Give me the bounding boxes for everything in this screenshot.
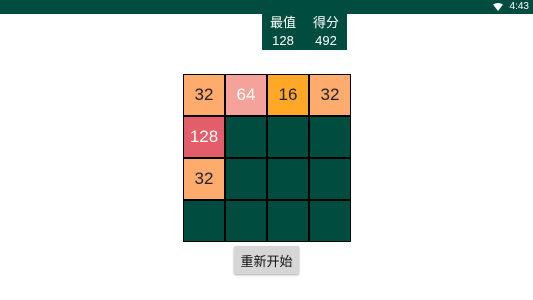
- empty-cell: [268, 159, 308, 199]
- tile-64: 64: [226, 75, 266, 115]
- score-panel: 最值 128 得分 492: [262, 14, 347, 50]
- empty-cell: [310, 201, 350, 241]
- current-score-label: 得分: [312, 16, 339, 31]
- tile-32: 32: [184, 75, 224, 115]
- empty-cell: [310, 117, 350, 157]
- best-score-value: 128: [272, 33, 294, 48]
- empty-cell: [268, 201, 308, 241]
- tile-128: 128: [184, 117, 224, 157]
- empty-cell: [226, 159, 266, 199]
- status-bar: 4:43: [0, 0, 533, 14]
- status-time: 4:43: [509, 1, 529, 12]
- empty-cell: [226, 201, 266, 241]
- restart-button[interactable]: 重新开始: [234, 246, 299, 274]
- empty-cell: [268, 117, 308, 157]
- current-score-value: 492: [315, 33, 337, 48]
- empty-cell: [226, 117, 266, 157]
- empty-cell: [184, 201, 224, 241]
- wifi-icon: [493, 3, 503, 11]
- tile-32: 32: [184, 159, 224, 199]
- tile-32: 32: [310, 75, 350, 115]
- game-board[interactable]: 32 64 16 32 128 32: [183, 74, 351, 242]
- best-score: 最值 128: [262, 14, 304, 48]
- empty-cell: [310, 159, 350, 199]
- tile-16: 16: [268, 75, 308, 115]
- best-score-label: 最值: [269, 16, 296, 31]
- current-score: 得分 492: [305, 14, 347, 48]
